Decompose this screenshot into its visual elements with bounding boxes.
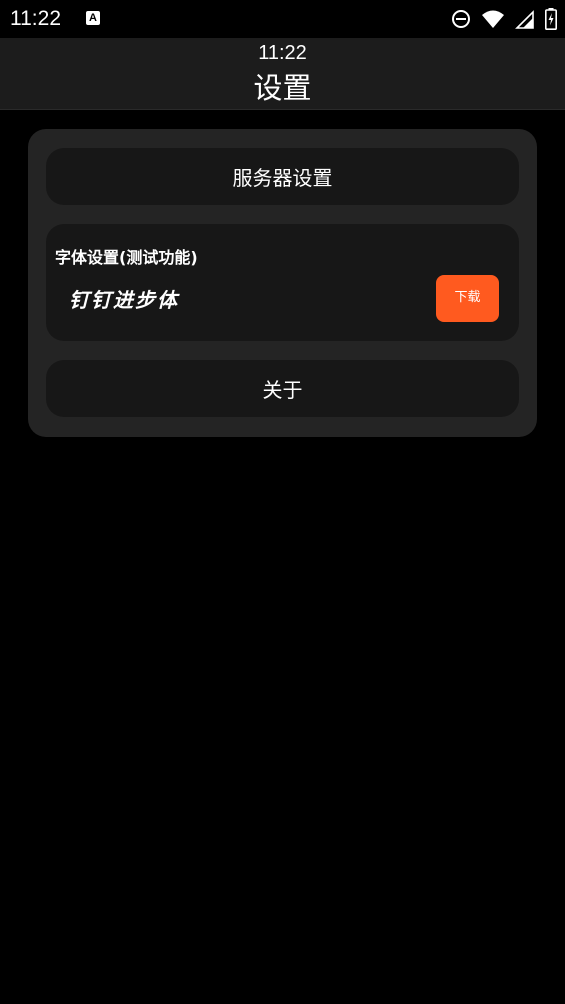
about-label: 关于 bbox=[262, 378, 303, 402]
status-time: 11:22 bbox=[10, 7, 61, 30]
status-icons bbox=[441, 8, 557, 30]
settings-screen: 11:22 A 11:22 设置 服务器设置 字体设置(测试功能) 钉钉进步体 … bbox=[0, 0, 565, 1004]
download-button[interactable]: 下载 bbox=[436, 275, 499, 322]
battery-charging-icon bbox=[545, 8, 557, 30]
header-time: 11:22 bbox=[258, 42, 307, 64]
do-not-disturb-icon bbox=[452, 10, 470, 28]
cellular-signal-icon bbox=[515, 10, 534, 29]
about-item[interactable]: 关于 bbox=[46, 360, 519, 417]
font-name-label: 钉钉进步体 bbox=[69, 288, 179, 312]
app-header: 11:22 设置 bbox=[0, 38, 565, 110]
page-title: 设置 bbox=[253, 71, 312, 105]
status-bar: 11:22 A bbox=[0, 0, 565, 38]
server-settings-label: 服务器设置 bbox=[232, 166, 333, 190]
settings-card: 服务器设置 字体设置(测试功能) 钉钉进步体 下载 关于 bbox=[28, 129, 537, 437]
server-settings-item[interactable]: 服务器设置 bbox=[46, 148, 519, 205]
wifi-icon bbox=[482, 10, 504, 28]
font-settings-section: 字体设置(测试功能) 钉钉进步体 下载 bbox=[46, 224, 519, 341]
app-notification-icon: A bbox=[86, 11, 100, 25]
font-settings-title: 字体设置(测试功能) bbox=[55, 248, 198, 267]
